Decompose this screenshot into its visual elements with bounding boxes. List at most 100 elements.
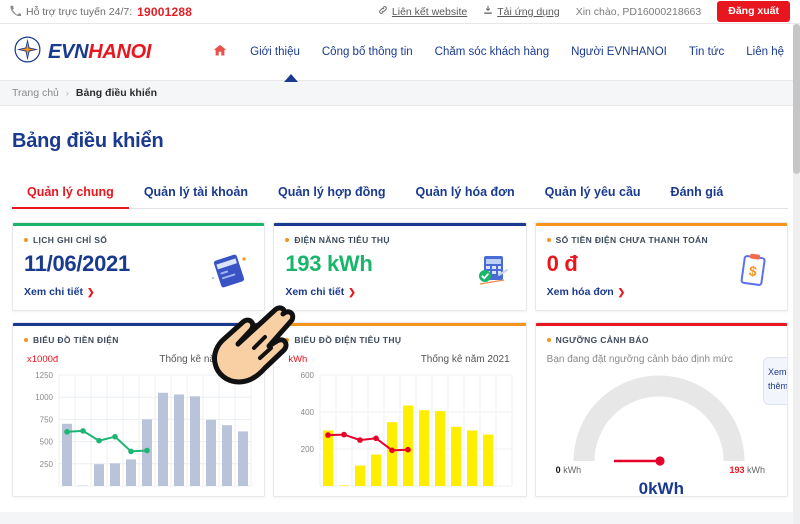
- gauge-min-unit: kWh: [563, 465, 582, 475]
- gauge-max-unit: kWh: [746, 465, 765, 475]
- breadcrumb: Trang chủ › Bảng điều khiển: [0, 80, 800, 106]
- user-greeting: Xin chào, PD16000218663: [575, 5, 702, 18]
- gauge-min-value: 0: [555, 465, 561, 475]
- gauge-current-value: 0kWh: [638, 479, 684, 497]
- tab-bar: Quản lý chung Quản lý tài khoản Quản lý …: [12, 175, 788, 209]
- card-label-text: LỊCH GHI CHỈ SỐ: [33, 235, 108, 245]
- chart-title: BIỂU ĐỒ TIỀN ĐIỆN: [24, 335, 253, 345]
- link-icon: [378, 5, 388, 18]
- chevron-right-icon: ❯: [617, 286, 626, 297]
- site-header: EVNHANOI Giới thiệu Công bố thông tin Ch…: [0, 24, 800, 82]
- calculator-check-icon: [470, 251, 512, 296]
- page-scrollbar[interactable]: [793, 24, 800, 524]
- brand-text: EVNHANOI: [48, 41, 151, 64]
- nav-item-cham-soc-khach-hang[interactable]: Chăm sóc khách hàng: [435, 46, 549, 58]
- tab-quan-ly-chung[interactable]: Quản lý chung: [12, 185, 129, 209]
- bullet-dot-icon: [285, 238, 290, 242]
- gauge-area: 0 kWh 193 kWh 0kWh: [536, 369, 787, 496]
- chart-card-tien-dien: BIỂU ĐỒ TIỀN ĐIỆN x1000đ Thống kê năm 20…: [12, 322, 266, 497]
- svg-text:750: 750: [40, 415, 54, 424]
- card-detail-link[interactable]: Xem chi tiết ❯: [24, 286, 94, 298]
- svg-text:200: 200: [301, 445, 315, 454]
- brand-logo[interactable]: EVNHANOI: [14, 36, 151, 68]
- chart-card-dien-tieu-thu: BIỂU ĐỒ ĐIỆN TIÊU THỤ kWh Thống kê năm 2…: [273, 322, 527, 497]
- hotline-number[interactable]: 19001288: [137, 5, 192, 19]
- link-website-label: Liên kết website: [391, 5, 468, 18]
- card-detail-link[interactable]: Xem chi tiết ❯: [285, 286, 355, 298]
- chart-y-unit: x1000đ: [27, 354, 59, 365]
- stat-card-dien-nang-tieu-thu: ĐIỆN NĂNG TIÊU THỤ 193 kWh Xem chi tiết …: [273, 222, 527, 311]
- edge-tooltip[interactable]: Xem thêm: [762, 357, 787, 405]
- nav-item-lien-he[interactable]: Liên hệ: [746, 46, 784, 58]
- bullet-dot-icon: [24, 238, 28, 242]
- gauge-max-value: 193: [729, 465, 745, 475]
- tab-quan-ly-hop-dong[interactable]: Quản lý hợp đồng: [263, 185, 401, 208]
- bullet-dot-icon: [285, 338, 290, 342]
- support-block: Hỗ trợ trực tuyến 24/7: 19001288: [10, 5, 192, 19]
- main-content: Bảng điều khiển Quản lý chung Quản lý tà…: [0, 106, 800, 512]
- card-label: LỊCH GHI CHỈ SỐ: [24, 235, 253, 245]
- svg-text:600: 600: [301, 371, 315, 380]
- stat-cards-row: LỊCH GHI CHỈ SỐ 11/06/2021 Xem chi tiết …: [12, 222, 788, 311]
- phone-icon: [10, 5, 23, 19]
- chart-title-text: BIỂU ĐỒ ĐIỆN TIÊU THỤ: [294, 335, 402, 345]
- bullet-dot-icon: [546, 338, 551, 342]
- svg-text:250: 250: [40, 460, 54, 469]
- svg-text:1000: 1000: [35, 393, 53, 402]
- chart-bars: [323, 405, 494, 486]
- bullet-dot-icon: [24, 338, 28, 342]
- chevron-right-icon: ❯: [348, 286, 356, 297]
- invoice-money-icon: $: [733, 251, 773, 296]
- breadcrumb-current: Bảng điều khiển: [75, 87, 157, 99]
- card-link-label: Xem hóa đơn: [546, 286, 614, 298]
- chart-plot-area: 1250 1000 750 500 250: [19, 369, 258, 489]
- breadcrumb-home[interactable]: Trang chủ: [12, 87, 59, 99]
- chart-title-text: NGƯỠNG CẢNH BÁO: [555, 335, 649, 345]
- link-website-button[interactable]: Liên kết website: [378, 5, 467, 18]
- brand-evn-text: EVN: [48, 40, 89, 63]
- support-label: Hỗ trợ trực tuyến 24/7:: [26, 5, 133, 18]
- tab-quan-ly-hoa-don[interactable]: Quản lý hóa đơn: [401, 185, 530, 208]
- nav-item-tin-tuc[interactable]: Tin tức: [689, 46, 724, 58]
- nav-item-gioi-thieu[interactable]: Giới thiệu: [250, 46, 300, 58]
- tab-quan-ly-tai-khoan[interactable]: Quản lý tài khoản: [129, 185, 263, 208]
- card-link-label: Xem chi tiết: [285, 286, 345, 298]
- download-app-button[interactable]: Tải ứng dụng: [483, 5, 560, 18]
- chart-title-text: BIỂU ĐỒ TIỀN ĐIỆN: [33, 335, 119, 345]
- chart-header: NGƯỠNG CẢNH BÁO: [536, 326, 787, 345]
- download-app-label: Tải ứng dụng: [497, 5, 560, 18]
- calendar-card-icon: [208, 251, 250, 296]
- home-icon[interactable]: [212, 43, 228, 61]
- chart-meta: x1000đ Thống kê năm 2021: [13, 345, 264, 365]
- nav-item-nguoi-evnhanoi[interactable]: Người EVNHANOI: [571, 46, 667, 58]
- nav-item-cong-bo-thong-tin[interactable]: Công bố thông tin: [322, 46, 413, 58]
- chart-period: Thống kê năm 2021: [420, 354, 510, 365]
- chart-y-unit: kWh: [288, 354, 308, 365]
- chart-period: Thống kê năm 2021: [159, 354, 249, 365]
- stat-card-so-tien-chua-thanh-toan: SỐ TIỀN ĐIỆN CHƯA THANH TOÁN 0 đ Xem hóa…: [534, 222, 788, 311]
- svg-text:500: 500: [40, 438, 54, 447]
- threshold-gauge: [573, 375, 745, 466]
- tab-quan-ly-yeu-cau[interactable]: Quản lý yêu cầu: [530, 185, 656, 208]
- bar-line-chart-tien-dien: 1250 1000 750 500 250: [35, 371, 252, 487]
- chart-header: BIỂU ĐỒ ĐIỆN TIÊU THỤ: [274, 326, 525, 345]
- card-label-text: SỐ TIỀN ĐIỆN CHƯA THANH TOÁN: [555, 235, 709, 245]
- card-label: ĐIỆN NĂNG TIÊU THỤ: [285, 235, 514, 245]
- chart-card-nguong-canh-bao: NGƯỠNG CẢNH BÁO Bạn đang đặt ngưỡng cảnh…: [534, 322, 788, 497]
- stat-card-lich-ghi-chi-so: LỊCH GHI CHỈ SỐ 11/06/2021 Xem chi tiết …: [12, 222, 266, 311]
- main-nav: Giới thiệu Công bố thông tin Chăm sóc kh…: [212, 43, 786, 61]
- gauge-min-label: 0 kWh: [556, 465, 582, 475]
- top-utility-right: Liên kết website Tải ứng dụng Xin chào, …: [378, 1, 790, 22]
- chart-meta: kWh Thống kê năm 2021: [274, 345, 525, 365]
- brand-hanoi-text: HANOI: [88, 40, 152, 63]
- breadcrumb-separator-icon: ›: [65, 88, 69, 98]
- card-label-text: ĐIỆN NĂNG TIÊU THỤ: [294, 235, 390, 245]
- top-utility-bar: Hỗ trợ trực tuyến 24/7: 19001288 Liên kế…: [0, 0, 800, 24]
- scrollbar-thumb[interactable]: [793, 24, 800, 174]
- card-invoice-link[interactable]: Xem hóa đơn ❯: [547, 286, 626, 298]
- gauge-track: [573, 375, 745, 462]
- nav-active-caret: [284, 74, 298, 82]
- tab-danh-gia[interactable]: Đánh giá: [656, 185, 739, 208]
- gauge-max-label: 193 kWh: [729, 465, 765, 475]
- logout-button[interactable]: Đăng xuất: [717, 1, 790, 22]
